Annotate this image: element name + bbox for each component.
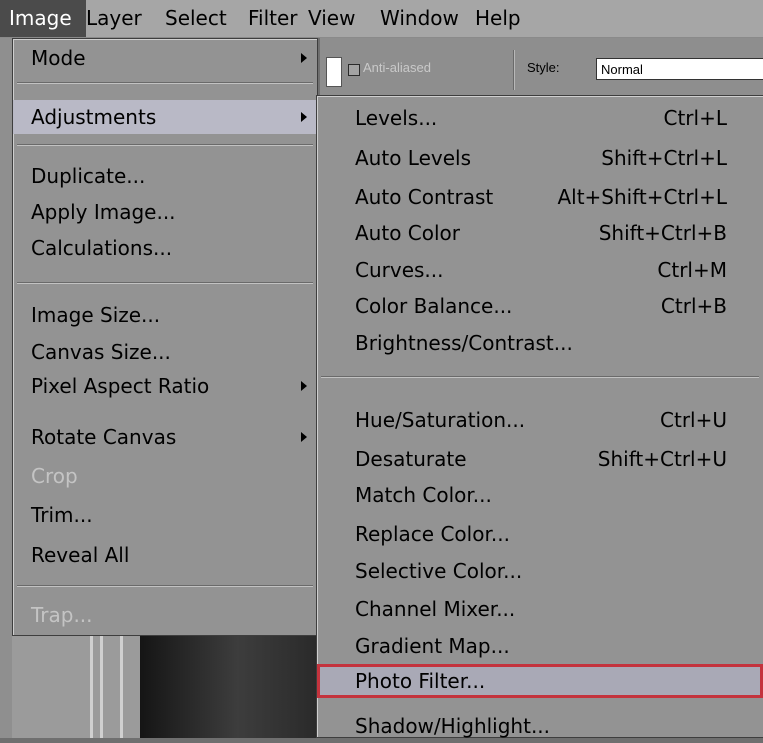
submenu-item-label: Color Balance... xyxy=(355,294,513,318)
menu-item-label: Trap... xyxy=(31,603,93,627)
menu-item-label: Pixel Aspect Ratio xyxy=(31,374,210,398)
submenu-item-desaturate[interactable]: Desaturate Shift+Ctrl+U xyxy=(317,442,763,476)
anti-aliased-checkbox[interactable] xyxy=(348,64,360,76)
submenu-item-photo-filter[interactable]: Photo Filter... xyxy=(317,664,763,698)
menu-help[interactable]: Help xyxy=(466,0,530,37)
menu-item-label: Crop xyxy=(31,464,78,488)
submenu-item-label: Levels... xyxy=(355,106,438,130)
submenu-arrow-icon xyxy=(301,432,307,442)
submenu-item-label: Gradient Map... xyxy=(355,634,510,658)
menu-item-calculations[interactable]: Calculations... xyxy=(13,231,317,265)
menu-item-label: Reveal All xyxy=(31,543,130,567)
shortcut-label: Shift+Ctrl+L xyxy=(601,146,727,170)
submenu-item-auto-contrast[interactable]: Auto Contrast Alt+Shift+Ctrl+L xyxy=(317,180,763,214)
menu-separator xyxy=(17,82,313,84)
menu-item-label: Rotate Canvas xyxy=(31,425,177,449)
submenu-arrow-icon xyxy=(301,53,307,63)
style-select[interactable]: Normal xyxy=(596,58,763,80)
submenu-item-label: Hue/Saturation... xyxy=(355,408,526,432)
submenu-item-label: Auto Contrast xyxy=(355,185,494,209)
menu-item-label: Adjustments xyxy=(31,105,157,129)
submenu-arrow-icon xyxy=(301,381,307,391)
menu-item-label: Calculations... xyxy=(31,236,173,260)
menu-select[interactable]: Select xyxy=(156,0,236,37)
submenu-item-brightness-contrast[interactable]: Brightness/Contrast... xyxy=(317,326,763,360)
menu-item-adjustments[interactable]: Adjustments xyxy=(13,100,317,134)
submenu-item-curves[interactable]: Curves... Ctrl+M xyxy=(317,253,763,287)
document-edge-line xyxy=(120,636,123,738)
menu-item-mode[interactable]: Mode xyxy=(13,41,317,75)
menu-separator xyxy=(17,282,313,284)
submenu-item-auto-color[interactable]: Auto Color Shift+Ctrl+B xyxy=(317,216,763,250)
shortcut-label: Shift+Ctrl+B xyxy=(598,221,727,245)
submenu-item-hue-saturation[interactable]: Hue/Saturation... Ctrl+U xyxy=(317,403,763,437)
menu-separator xyxy=(321,376,759,378)
menu-item-crop[interactable]: Crop xyxy=(13,459,317,493)
menu-item-apply-image[interactable]: Apply Image... xyxy=(13,195,317,229)
menu-view[interactable]: View xyxy=(299,0,364,37)
submenu-item-selective-color[interactable]: Selective Color... xyxy=(317,554,763,588)
submenu-arrow-icon xyxy=(301,112,307,122)
document-canvas xyxy=(140,636,318,738)
menu-window[interactable]: Window xyxy=(371,0,468,37)
menu-item-label: Duplicate... xyxy=(31,164,146,188)
menu-item-pixel-aspect-ratio[interactable]: Pixel Aspect Ratio xyxy=(13,369,317,403)
menu-item-trap[interactable]: Trap... xyxy=(13,598,317,632)
document-edge-line xyxy=(100,636,103,738)
menu-item-label: Mode xyxy=(31,46,86,70)
menu-item-reveal-all[interactable]: Reveal All xyxy=(13,538,317,572)
submenu-item-label: Selective Color... xyxy=(355,559,523,583)
menu-layer[interactable]: Layer xyxy=(77,0,151,37)
adjustments-submenu: Levels... Ctrl+L Auto Levels Shift+Ctrl+… xyxy=(316,95,763,738)
submenu-item-label: Auto Color xyxy=(355,221,461,245)
submenu-item-label: Curves... xyxy=(355,258,444,282)
left-toolbar-strip xyxy=(0,38,12,738)
anti-aliased-label: Anti-aliased xyxy=(363,60,431,75)
shortcut-label: Ctrl+M xyxy=(657,258,727,282)
options-divider xyxy=(513,50,515,90)
submenu-item-match-color[interactable]: Match Color... xyxy=(317,478,763,512)
menu-item-label: Canvas Size... xyxy=(31,340,171,364)
image-menu-dropdown: Mode Adjustments Duplicate... Apply Imag… xyxy=(12,38,318,636)
menu-item-trim[interactable]: Trim... xyxy=(13,498,317,532)
feather-input[interactable] xyxy=(326,57,342,87)
submenu-item-replace-color[interactable]: Replace Color... xyxy=(317,517,763,551)
submenu-item-label: Brightness/Contrast... xyxy=(355,331,573,355)
submenu-item-auto-levels[interactable]: Auto Levels Shift+Ctrl+L xyxy=(317,141,763,175)
submenu-item-label: Desaturate xyxy=(355,447,467,471)
menu-item-duplicate[interactable]: Duplicate... xyxy=(13,159,317,193)
menu-bar: Image Layer Select Filter View Window He… xyxy=(0,0,763,38)
menu-item-image-size[interactable]: Image Size... xyxy=(13,298,317,332)
menu-image[interactable]: Image xyxy=(0,0,86,37)
submenu-item-label: Auto Levels xyxy=(355,146,472,170)
submenu-item-label: Match Color... xyxy=(355,483,492,507)
shortcut-label: Alt+Shift+Ctrl+L xyxy=(557,185,727,209)
submenu-item-label: Replace Color... xyxy=(355,522,510,546)
menu-item-label: Apply Image... xyxy=(31,200,176,224)
submenu-item-label: Channel Mixer... xyxy=(355,597,516,621)
menu-item-rotate-canvas[interactable]: Rotate Canvas xyxy=(13,420,317,454)
submenu-item-gradient-map[interactable]: Gradient Map... xyxy=(317,629,763,663)
submenu-item-label: Photo Filter... xyxy=(355,669,486,693)
submenu-item-color-balance[interactable]: Color Balance... Ctrl+B xyxy=(317,289,763,323)
submenu-item-channel-mixer[interactable]: Channel Mixer... xyxy=(317,592,763,626)
shortcut-label: Shift+Ctrl+U xyxy=(597,447,727,471)
submenu-item-levels[interactable]: Levels... Ctrl+L xyxy=(317,101,763,135)
submenu-item-label: Shadow/Highlight... xyxy=(355,714,551,738)
shortcut-label: Ctrl+L xyxy=(663,106,728,130)
menu-separator xyxy=(17,144,313,146)
menu-filter[interactable]: Filter xyxy=(239,0,307,37)
style-label: Style: xyxy=(527,60,560,75)
menu-item-label: Image Size... xyxy=(31,303,161,327)
menu-item-canvas-size[interactable]: Canvas Size... xyxy=(13,335,317,369)
shortcut-label: Ctrl+U xyxy=(660,408,727,432)
document-edge-line xyxy=(90,636,93,738)
shortcut-label: Ctrl+B xyxy=(660,294,727,318)
menu-item-label: Trim... xyxy=(31,503,93,527)
menu-separator xyxy=(17,585,313,587)
